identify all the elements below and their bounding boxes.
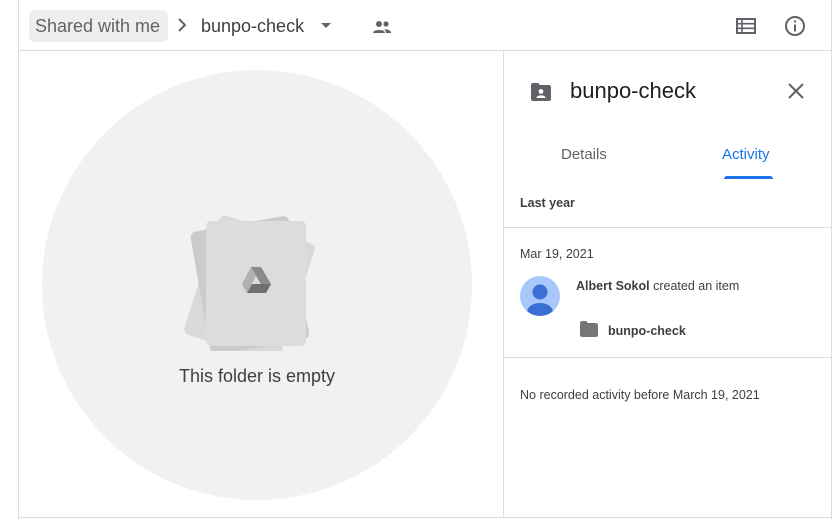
breadcrumb-shared-with-me[interactable]: Shared with me xyxy=(29,10,169,42)
user-avatar-icon xyxy=(527,284,553,316)
dropdown-caret-icon[interactable] xyxy=(319,19,333,33)
info-icon[interactable] xyxy=(783,14,807,38)
empty-folder-message: This folder is empty xyxy=(178,366,336,386)
activity-section-label: Last year xyxy=(520,196,575,210)
activity-user-name: Albert Sokol xyxy=(576,279,650,293)
divider xyxy=(504,227,832,228)
frame-border-bottom xyxy=(18,517,832,518)
frame-border-right xyxy=(831,0,832,519)
panel-title: bunpo-check xyxy=(570,78,696,103)
activity-item-link[interactable]: bunpo-check xyxy=(608,324,686,338)
file-list-area: This folder is empty xyxy=(19,51,503,517)
activity-date: Mar 19, 2021 xyxy=(520,247,594,261)
breadcrumb-current-label: bunpo-check xyxy=(201,15,305,36)
activity-action: created an item xyxy=(653,279,740,293)
list-view-icon[interactable] xyxy=(735,15,757,37)
shared-people-icon xyxy=(373,21,391,33)
tab-details[interactable]: Details xyxy=(561,146,607,163)
active-tab-indicator xyxy=(724,176,773,179)
divider xyxy=(504,357,832,358)
chevron-right-icon xyxy=(178,18,187,32)
header-bar: Shared with me bunpo-check xyxy=(19,0,831,51)
activity-description: Albert Sokol created an item xyxy=(576,279,739,293)
details-panel: bunpo-check Details Activity Last year M… xyxy=(503,51,832,517)
no-activity-message: No recorded activity before March 19, 20… xyxy=(520,388,760,402)
breadcrumb-root-label: Shared with me xyxy=(35,15,161,36)
folder-icon xyxy=(580,321,598,337)
avatar xyxy=(520,276,560,316)
breadcrumb-current-folder[interactable]: bunpo-check xyxy=(201,10,304,42)
shared-folder-icon xyxy=(531,83,551,101)
close-icon[interactable] xyxy=(784,79,808,103)
empty-folder-illustration-icon xyxy=(184,215,315,351)
tab-activity[interactable]: Activity xyxy=(722,146,770,163)
